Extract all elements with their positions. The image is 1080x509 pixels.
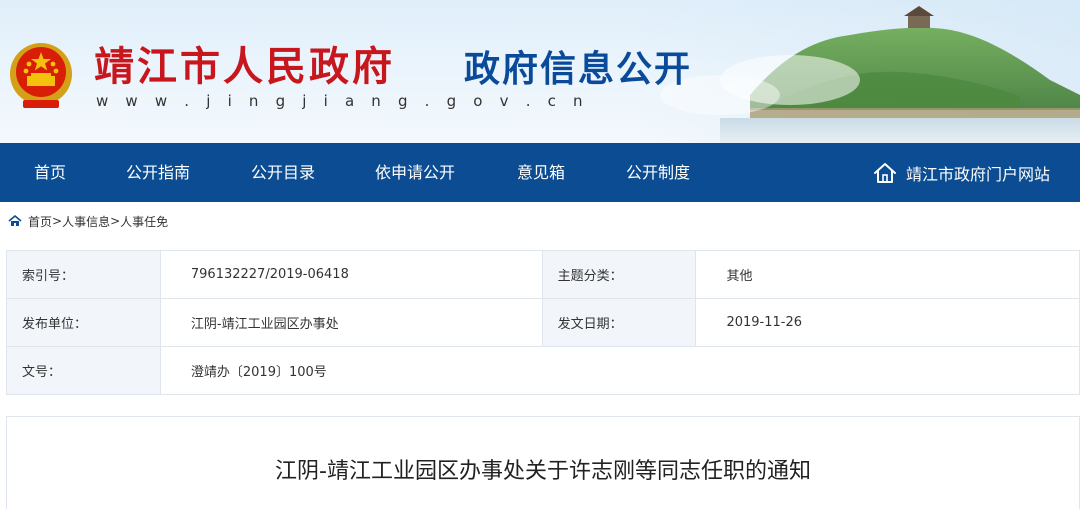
header-banner: 靖江市人民政府 w w w . j i n g j i a n g . g o … — [0, 0, 1080, 143]
nav-item-catalog[interactable]: 公开目录 — [251, 143, 315, 202]
portal-link-label: 靖江市政府门户网站 — [905, 164, 1050, 184]
index-label: 索引号： — [6, 250, 161, 299]
nav-item-home[interactable]: 首页 — [34, 143, 66, 202]
breadcrumb: 首页 > 人事信息 > 人事任免 — [8, 212, 168, 230]
portal-link[interactable]: 靖江市政府门户网站 — [872, 143, 1050, 202]
page: 靖江市人民政府 w w w . j i n g j i a n g . g o … — [0, 0, 1080, 509]
article-title: 江阴-靖江工业园区办事处关于许志刚等同志任职的通知 — [275, 459, 811, 484]
section-title: 政府信息公开 — [464, 49, 693, 90]
site-url: w w w . j i n g j i a n g . g o v . c n — [96, 92, 589, 110]
breadcrumb-separator: > — [110, 214, 121, 228]
table-row: 文号： 澄靖办〔2019〕100号 — [6, 346, 1080, 395]
site-title: 靖江市人民政府 — [94, 43, 395, 90]
home-icon — [8, 215, 22, 226]
article-panel: 江阴-靖江工业园区办事处关于许志刚等同志任职的通知 — [6, 416, 1080, 509]
home-icon — [873, 162, 896, 183]
docno-label: 文号： — [6, 346, 161, 395]
nav-item-rules[interactable]: 公开制度 — [626, 143, 690, 202]
index-value: 796132227/2019-06418 — [159, 250, 543, 299]
document-meta-table: 索引号： 796132227/2019-06418 主题分类： 其他 发布单位：… — [6, 250, 1080, 395]
breadcrumb-hr-info[interactable]: 人事信息 — [62, 213, 110, 230]
nav-item-guide[interactable]: 公开指南 — [126, 143, 190, 202]
date-label: 发文日期： — [541, 298, 697, 347]
nav-item-feedback[interactable]: 意见箱 — [517, 143, 565, 202]
landscape-illustration — [660, 6, 1080, 143]
publisher-value: 江阴-靖江工业园区办事处 — [159, 298, 543, 347]
topic-value: 其他 — [695, 250, 1080, 299]
table-row: 索引号： 796132227/2019-06418 主题分类： 其他 — [6, 250, 1080, 299]
date-value: 2019-11-26 — [695, 298, 1080, 347]
docno-value: 澄靖办〔2019〕100号 — [159, 346, 1080, 395]
national-emblem-icon — [10, 43, 72, 108]
breadcrumb-separator: > — [52, 214, 63, 228]
breadcrumb-home[interactable]: 首页 — [28, 213, 52, 230]
table-row: 发布单位： 江阴-靖江工业园区办事处 发文日期： 2019-11-26 — [6, 298, 1080, 347]
nav-item-apply[interactable]: 依申请公开 — [375, 143, 455, 202]
main-nav: 首页 公开指南 公开目录 依申请公开 意见箱 公开制度 靖江市政府门户网站 — [0, 143, 1080, 202]
publisher-label: 发布单位： — [6, 298, 161, 347]
breadcrumb-appointments[interactable]: 人事任免 — [120, 213, 168, 230]
topic-label: 主题分类： — [541, 250, 697, 299]
